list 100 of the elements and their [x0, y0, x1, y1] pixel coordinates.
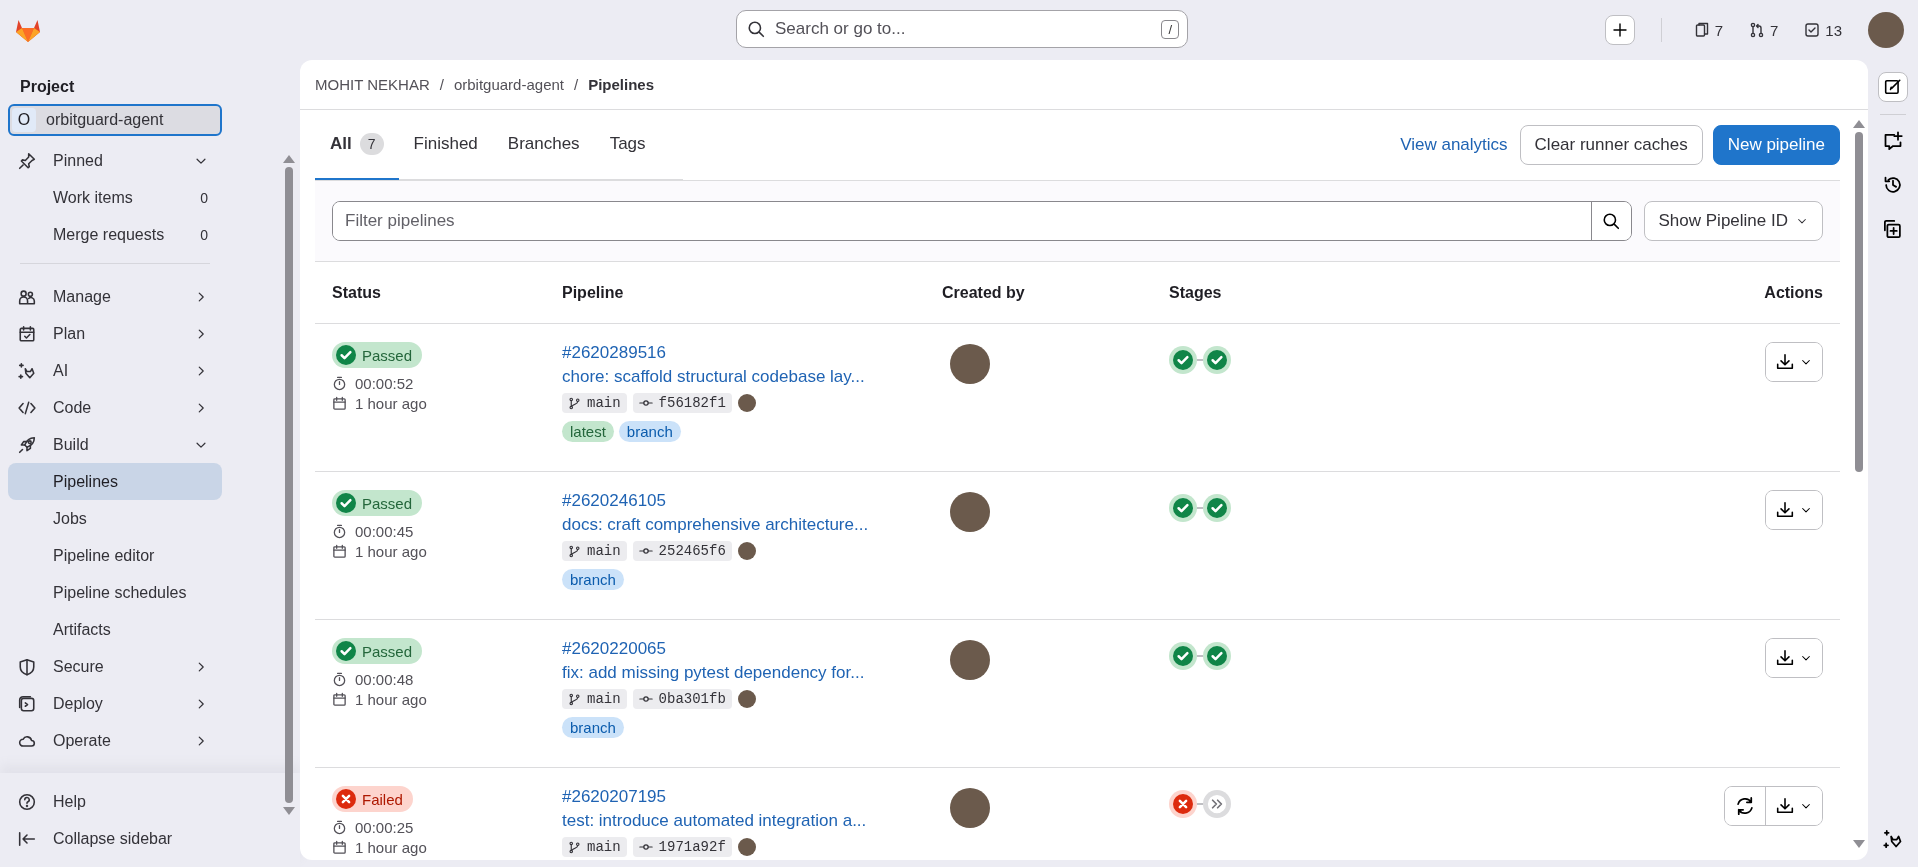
status-badge[interactable]: Passed — [332, 638, 423, 664]
status-badge[interactable]: Failed — [332, 786, 413, 812]
commit-author-avatar[interactable] — [737, 394, 756, 412]
clear-caches-button[interactable]: Clear runner caches — [1519, 125, 1703, 165]
commit-sha[interactable]: 0ba301fb — [632, 689, 732, 709]
status-badge[interactable]: Passed — [332, 342, 423, 368]
sidebar-subitem[interactable]: Pipeline editor — [8, 537, 222, 574]
branch-ref[interactable]: main — [562, 837, 627, 857]
edit-icon — [1884, 78, 1902, 96]
scrollbar[interactable] — [284, 155, 294, 815]
tab[interactable]: Finished — [398, 110, 493, 180]
commit-title-link[interactable]: chore: scaffold structural codebase lay... — [562, 366, 942, 388]
project-switcher[interactable]: O orbitguard-agent — [8, 104, 222, 136]
stage-status-button[interactable] — [1203, 494, 1231, 522]
sparkle-icon[interactable] — [1883, 829, 1903, 849]
project-name: orbitguard-agent — [46, 111, 164, 129]
branch-ref[interactable]: main — [562, 541, 627, 561]
check-icon — [1207, 646, 1227, 666]
sidebar-subitem[interactable]: Jobs — [8, 500, 222, 537]
stage-status-button[interactable] — [1169, 346, 1197, 374]
sidebar-item[interactable]: Secure — [8, 648, 222, 685]
sidebar-subitem[interactable]: Pipelines — [8, 463, 222, 500]
item-label: Merge requests — [53, 225, 166, 244]
created-time: 1 hour ago — [355, 690, 427, 708]
todo-counter[interactable]: 13 — [1798, 21, 1848, 39]
pipeline-id-link[interactable]: #2620289516 — [562, 342, 942, 364]
duration: 00:00:45 — [355, 522, 414, 540]
commit-author-avatar[interactable] — [737, 838, 756, 856]
calendar-icon — [332, 543, 347, 559]
sidebar-item[interactable]: Build — [8, 426, 222, 463]
people-icon — [18, 287, 36, 306]
creator-avatar[interactable] — [950, 788, 990, 828]
breadcrumb-link[interactable]: Pipelines — [588, 76, 654, 93]
comment-plus-icon[interactable] — [1883, 131, 1903, 151]
download-artifacts-button[interactable] — [1766, 343, 1822, 381]
sidebar-item[interactable]: Manage — [8, 278, 222, 315]
status-badge[interactable]: Passed — [332, 490, 423, 516]
creator-avatar[interactable] — [950, 640, 990, 680]
tab[interactable]: Branches — [492, 110, 595, 180]
commit-title-link[interactable]: fix: add missing pytest dependency for... — [562, 662, 942, 684]
duration: 00:00:52 — [355, 374, 414, 392]
stage-status-button[interactable] — [1169, 642, 1197, 670]
view-analytics-link[interactable]: View analytics — [1400, 135, 1508, 155]
sidebar-footer-item[interactable]: Help — [8, 783, 222, 820]
search-button[interactable] — [1590, 202, 1631, 240]
stage-status-button[interactable] — [1203, 790, 1231, 818]
stage-status-button[interactable] — [1203, 346, 1231, 374]
sidebar-subitem[interactable]: Work items 0 — [8, 179, 222, 216]
breadcrumb-link[interactable]: MOHIT NEKHAR — [315, 76, 430, 93]
tab[interactable]: Tags — [594, 110, 661, 180]
commit-sha[interactable]: f56182f1 — [632, 393, 732, 413]
creator-avatar[interactable] — [950, 344, 990, 384]
collapse-icon — [18, 829, 36, 848]
sidebar-item[interactable]: Pinned — [8, 142, 222, 179]
branch-ref[interactable]: main — [562, 689, 627, 709]
commit-author-avatar[interactable] — [737, 542, 756, 560]
stage-status-button[interactable] — [1169, 790, 1197, 818]
creator-avatar[interactable] — [950, 492, 990, 532]
duration: 00:00:25 — [355, 818, 414, 836]
copy-plus-icon[interactable] — [1883, 219, 1903, 239]
edit-button[interactable] — [1878, 72, 1908, 102]
search-field[interactable]: Search or go to... / — [736, 10, 1188, 48]
merge-requests-counter[interactable]: 7 — [1742, 21, 1785, 39]
rocket-icon — [18, 435, 36, 454]
sidebar-subitem[interactable]: Pipeline schedules — [8, 574, 222, 611]
pipeline-id-link[interactable]: #2620220065 — [562, 638, 942, 660]
commit-sha[interactable]: 1971a92f — [632, 837, 732, 857]
create-new-button[interactable] — [1604, 15, 1635, 45]
sidebar-subitem[interactable]: Artifacts — [8, 611, 222, 648]
commit-sha[interactable]: 252465f6 — [632, 541, 732, 561]
check-icon — [1173, 646, 1193, 666]
sidebar-heading: Project — [19, 77, 76, 97]
sidebar-footer-item[interactable]: Collapse sidebar — [8, 820, 222, 857]
download-artifacts-button[interactable] — [1765, 787, 1822, 825]
stage-status-button[interactable] — [1169, 494, 1197, 522]
sidebar-item[interactable]: Operate — [8, 722, 222, 759]
user-avatar[interactable] — [1868, 12, 1904, 48]
commit-title-link[interactable]: docs: craft comprehensive architecture... — [562, 514, 942, 536]
new-pipeline-button[interactable]: New pipeline — [1712, 125, 1840, 165]
display-dropdown[interactable]: Show Pipeline ID — [1643, 201, 1823, 241]
breadcrumb-link[interactable]: orbitguard-agent — [453, 76, 564, 93]
sidebar-item[interactable]: Plan — [8, 315, 222, 352]
download-artifacts-button[interactable] — [1766, 639, 1822, 677]
created-time: 1 hour ago — [355, 542, 427, 560]
stage-status-button[interactable] — [1203, 642, 1231, 670]
sidebar-item[interactable]: Deploy — [8, 685, 222, 722]
download-artifacts-button[interactable] — [1766, 491, 1822, 529]
scrollbar[interactable] — [1854, 120, 1864, 848]
issues-counter[interactable]: 7 — [1687, 21, 1729, 39]
sidebar-item[interactable]: AI — [8, 352, 222, 389]
sidebar-subitem[interactable]: Merge requests 0 — [8, 216, 222, 253]
commit-author-avatar[interactable] — [737, 690, 756, 708]
commit-title-link[interactable]: test: introduce automated integration a... — [562, 810, 942, 832]
check-icon — [1207, 350, 1227, 370]
sidebar-item[interactable]: Code — [8, 389, 222, 426]
history-icon[interactable] — [1883, 175, 1903, 195]
pipeline-id-link[interactable]: #2620207195 — [562, 786, 942, 808]
duration: 00:00:48 — [355, 670, 414, 688]
branch-ref[interactable]: main — [562, 393, 627, 413]
pipeline-id-link[interactable]: #2620246105 — [562, 490, 942, 512]
